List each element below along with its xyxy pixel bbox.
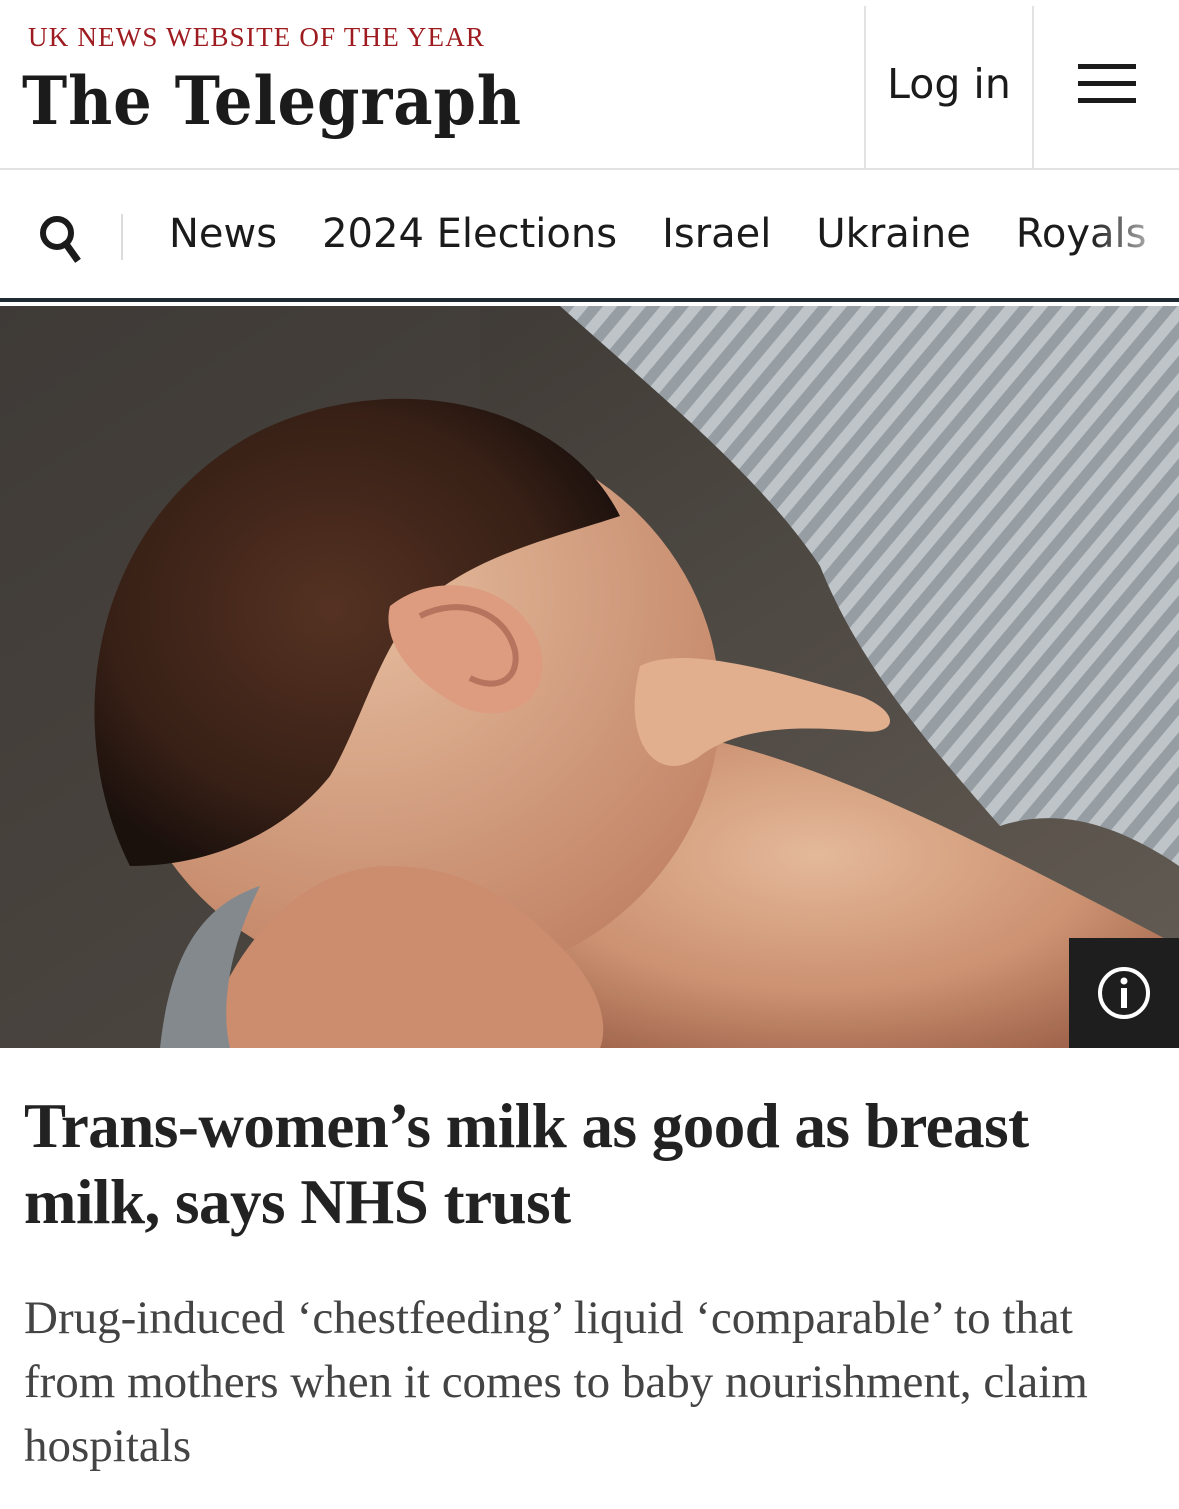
site-tagline: UK NEWS WEBSITE OF THE YEAR: [28, 22, 486, 52]
section-nav: News 2024 Elections Israel Ukraine Royal…: [0, 172, 1179, 302]
nav-item-ukraine[interactable]: Ukraine: [816, 208, 970, 260]
info-icon: [1098, 967, 1150, 1019]
site-logo[interactable]: The Telegraph: [22, 62, 522, 140]
article-headline: Trans-women’s milk as good as breast mil…: [24, 1091, 1029, 1237]
article-standfirst: Drug-induced ‘chestfeeding’ liquid ‘comp…: [24, 1292, 1088, 1472]
nav-item-news[interactable]: News: [169, 208, 277, 260]
search-button[interactable]: [38, 212, 84, 264]
nav-items: News 2024 Elections Israel Ukraine Royal…: [169, 208, 1179, 260]
nav-scroll-fade: [1089, 172, 1179, 298]
image-info-button[interactable]: [1069, 938, 1179, 1048]
menu-button[interactable]: [1034, 0, 1179, 168]
hero-image: [0, 306, 1179, 1048]
site-header: UK NEWS WEBSITE OF THE YEAR The Telegrap…: [0, 0, 1179, 170]
nav-divider: [121, 214, 123, 260]
search-icon: [40, 216, 81, 263]
nav-item-2024-elections[interactable]: 2024 Elections: [322, 208, 617, 260]
hamburger-menu-icon: [1077, 64, 1136, 104]
login-button[interactable]: Log in: [866, 0, 1032, 168]
nav-item-israel[interactable]: Israel: [662, 208, 771, 260]
